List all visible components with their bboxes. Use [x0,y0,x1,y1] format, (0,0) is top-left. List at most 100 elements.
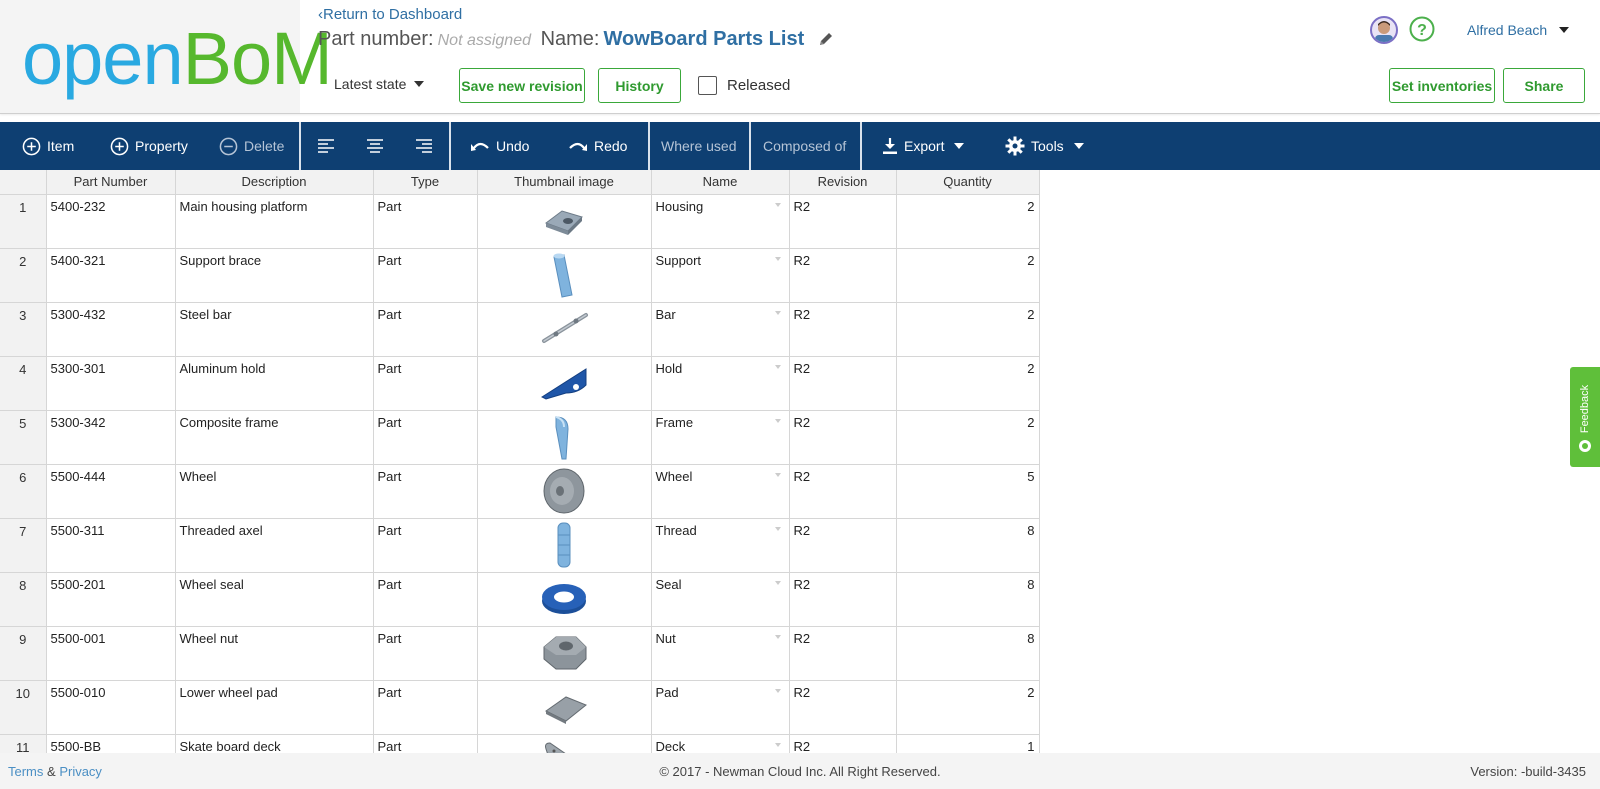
type-cell[interactable]: Part [373,680,478,735]
row-number[interactable]: 5 [0,410,47,465]
dropdown-arrow-icon[interactable] [774,310,781,315]
quantity-cell[interactable]: 2 [896,356,1040,411]
avatar[interactable] [1370,16,1398,44]
table-row[interactable]: 3 5300-432 Steel bar Part Bar R2 2 [0,302,1040,357]
table-row[interactable]: 7 5500-311 Threaded axel Part Thread R2 … [0,518,1040,573]
type-cell[interactable]: Part [373,194,478,249]
description-cell[interactable]: Aluminum hold [175,356,374,411]
table-row[interactable]: 2 5400-321 Support brace Part Support R2… [0,248,1040,303]
type-cell[interactable]: Part [373,464,478,519]
quantity-cell[interactable]: 5 [896,464,1040,519]
thumbnail-cell[interactable] [477,302,652,357]
description-cell[interactable]: Lower wheel pad [175,680,374,735]
type-cell[interactable]: Part [373,356,478,411]
row-number[interactable]: 4 [0,356,47,411]
type-cell[interactable]: Part [373,518,478,573]
feedback-tab[interactable]: Feedback [1570,367,1600,467]
thumbnail-cell[interactable] [477,680,652,735]
type-cell[interactable]: Part [373,410,478,465]
thumbnail-cell[interactable] [477,356,652,411]
row-number[interactable]: 6 [0,464,47,519]
type-cell[interactable]: Part [373,302,478,357]
col-header-part-number[interactable]: Part Number [46,170,176,195]
revision-cell[interactable]: R2 [789,464,897,519]
add-property-button[interactable]: Property [110,122,188,170]
add-item-button[interactable]: Item [22,122,74,170]
dropdown-arrow-icon[interactable] [774,688,781,693]
description-cell[interactable]: Threaded axel [175,518,374,573]
share-button[interactable]: Share [1503,68,1585,103]
dropdown-arrow-icon[interactable] [774,634,781,639]
row-number[interactable]: 1 [0,194,47,249]
user-menu[interactable]: Alfred Beach [1467,22,1570,38]
part-number-cell[interactable]: 5500-444 [46,464,176,519]
state-dropdown[interactable]: Latest state [334,76,425,92]
name-cell[interactable]: Frame [651,410,790,465]
description-cell[interactable]: Wheel seal [175,572,374,627]
description-cell[interactable]: Wheel nut [175,626,374,681]
dropdown-arrow-icon[interactable] [774,742,781,747]
dropdown-arrow-icon[interactable] [774,526,781,531]
thumbnail-cell[interactable] [477,626,652,681]
description-cell[interactable]: Steel bar [175,302,374,357]
quantity-cell[interactable]: 2 [896,248,1040,303]
table-row[interactable]: 6 5500-444 Wheel Part Wheel R2 5 [0,464,1040,519]
where-used-button[interactable]: Where used [661,122,736,170]
save-new-revision-button[interactable]: Save new revision [459,68,585,103]
part-number-cell[interactable]: 5400-232 [46,194,176,249]
row-number[interactable]: 7 [0,518,47,573]
quantity-cell[interactable]: 2 [896,680,1040,735]
revision-cell[interactable]: R2 [789,680,897,735]
composed-of-button[interactable]: Composed of [763,122,846,170]
quantity-cell[interactable]: 8 [896,518,1040,573]
part-number-cell[interactable]: 5500-010 [46,680,176,735]
description-cell[interactable]: Support brace [175,248,374,303]
name-cell[interactable]: Thread [651,518,790,573]
released-checkbox[interactable] [698,76,717,95]
thumbnail-cell[interactable] [477,518,652,573]
type-cell[interactable]: Part [373,626,478,681]
description-cell[interactable]: Wheel [175,464,374,519]
delete-button[interactable]: Delete [219,122,284,170]
table-row[interactable]: 10 5500-010 Lower wheel pad Part Pad R2 … [0,680,1040,735]
thumbnail-cell[interactable] [477,572,652,627]
name-cell[interactable]: Bar [651,302,790,357]
align-left-button[interactable] [317,122,341,170]
dropdown-arrow-icon[interactable] [774,472,781,477]
set-inventories-button[interactable]: Set inventories [1389,68,1495,103]
revision-cell[interactable]: R2 [789,194,897,249]
row-number[interactable]: 2 [0,248,47,303]
redo-button[interactable]: Redo [568,122,627,170]
col-header-quantity[interactable]: Quantity [896,170,1040,195]
table-row[interactable]: 1 5400-232 Main housing platform Part Ho… [0,194,1040,249]
col-header-description[interactable]: Description [175,170,374,195]
quantity-cell[interactable]: 2 [896,410,1040,465]
row-number[interactable]: 9 [0,626,47,681]
type-cell[interactable]: Part [373,248,478,303]
quantity-cell[interactable]: 8 [896,572,1040,627]
col-header-name[interactable]: Name [651,170,790,195]
openbom-logo[interactable]: openBoM [22,14,333,104]
row-number[interactable]: 8 [0,572,47,627]
revision-cell[interactable]: R2 [789,302,897,357]
name-cell[interactable]: Nut [651,626,790,681]
align-center-button[interactable] [366,122,390,170]
dropdown-arrow-icon[interactable] [774,418,781,423]
pencil-icon[interactable] [818,31,834,47]
col-header-row-number[interactable] [0,170,47,195]
table-row[interactable]: 9 5500-001 Wheel nut Part Nut R2 8 [0,626,1040,681]
table-row[interactable]: 4 5300-301 Aluminum hold Part Hold R2 2 [0,356,1040,411]
part-number-cell[interactable]: 5300-432 [46,302,176,357]
part-number-cell[interactable]: 5300-342 [46,410,176,465]
col-header-revision[interactable]: Revision [789,170,897,195]
quantity-cell[interactable]: 8 [896,626,1040,681]
part-number-cell[interactable]: 5300-301 [46,356,176,411]
undo-button[interactable]: Undo [470,122,529,170]
quantity-cell[interactable]: 2 [896,302,1040,357]
name-cell[interactable]: Support [651,248,790,303]
description-cell[interactable]: Main housing platform [175,194,374,249]
dropdown-arrow-icon[interactable] [774,202,781,207]
thumbnail-cell[interactable] [477,248,652,303]
part-number-cell[interactable]: 5500-311 [46,518,176,573]
revision-cell[interactable]: R2 [789,518,897,573]
